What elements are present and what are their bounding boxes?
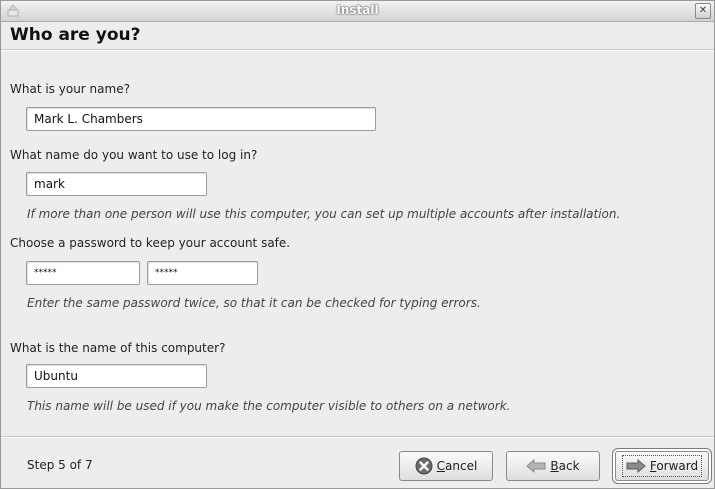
login-hint: If more than one person will use this co… <box>27 207 621 221</box>
forward-arrow-icon <box>626 459 646 473</box>
back-label: Back <box>550 459 580 473</box>
window-title: Install <box>336 3 379 17</box>
name-label: What is your name? <box>10 82 130 96</box>
password-input[interactable] <box>26 261 140 285</box>
confirm-password-input[interactable] <box>147 261 258 285</box>
header-divider-highlight <box>1 50 714 51</box>
title-bar[interactable]: Install ✕ <box>1 1 714 22</box>
computer-name-hint: This name will be used if you make the c… <box>27 399 511 413</box>
password-label: Choose a password to keep your account s… <box>10 236 291 250</box>
forward-label: Forward <box>649 459 699 473</box>
computer-name-input[interactable] <box>26 364 207 388</box>
back-button[interactable]: Back <box>506 451 600 481</box>
password-hint: Enter the same password twice, so that i… <box>27 296 481 310</box>
cancel-label: Cancel <box>436 459 478 473</box>
forward-button[interactable]: Forward <box>615 451 709 481</box>
page-title: Who are you? <box>10 25 141 45</box>
installer-window: Install ✕ Who are you? What is your name… <box>0 0 715 489</box>
login-label: What name do you want to use to log in? <box>10 148 258 162</box>
username-input[interactable] <box>26 172 207 196</box>
full-name-input[interactable] <box>26 107 376 131</box>
step-indicator: Step 5 of 7 <box>27 458 93 472</box>
close-icon[interactable]: ✕ <box>695 3 711 19</box>
footer-divider-highlight <box>1 437 714 438</box>
computer-name-label: What is the name of this computer? <box>10 341 226 355</box>
back-arrow-icon <box>526 459 546 473</box>
cancel-icon <box>415 457 433 475</box>
cancel-button[interactable]: Cancel <box>399 451 493 481</box>
